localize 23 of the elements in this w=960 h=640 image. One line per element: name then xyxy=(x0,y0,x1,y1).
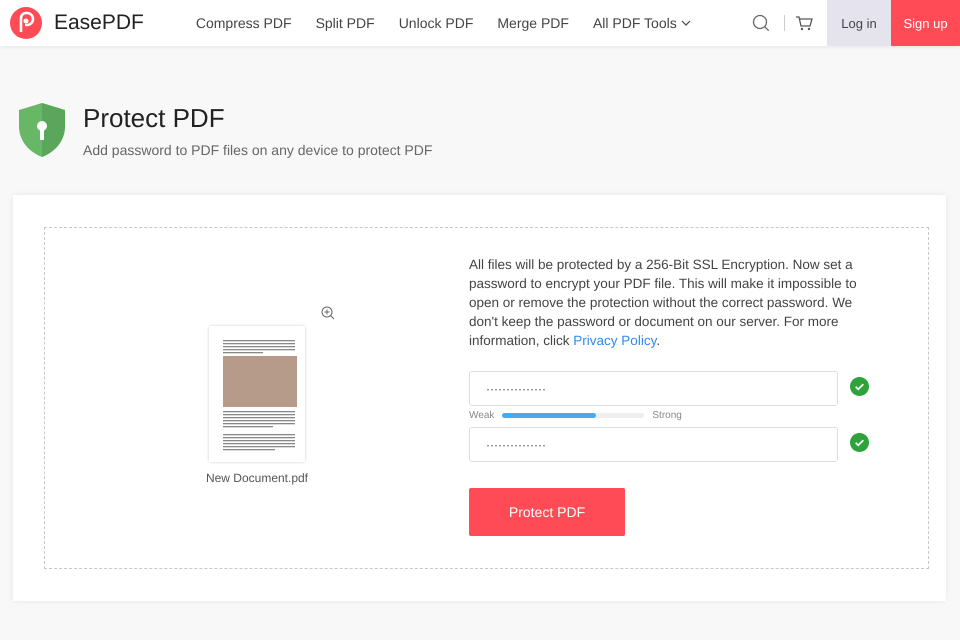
page-subtitle: Add password to PDF files on any device to protect PDF xyxy=(83,142,432,158)
check-icon xyxy=(850,432,869,452)
chevron-down-icon xyxy=(680,18,691,28)
confirm-password-field[interactable]: ··············· xyxy=(469,427,838,462)
nav-link[interactable]: Unlock PDF xyxy=(398,15,474,31)
file-name: New Document.pdf xyxy=(206,471,308,485)
login-button[interactable]: Log in xyxy=(827,0,891,46)
search-icon[interactable] xyxy=(752,14,770,32)
check-icon xyxy=(850,376,869,396)
info-text: All files will be protected by a 256-Bit SSL Encryption. Now set a password to encrypt your PDF file. This will make it impossible to open or remove the protection without the correct password. We don't keep the password or document on our server. For more information, click Privacy Policy. xyxy=(469,256,858,350)
nav-link[interactable]: Split PDF xyxy=(316,15,375,31)
nav-link[interactable]: Compress PDF xyxy=(196,15,292,31)
zoom-in-icon[interactable] xyxy=(321,306,335,320)
brand-name[interactable]: EasePDF xyxy=(54,11,144,35)
cart-icon[interactable] xyxy=(795,14,813,32)
weak-label: Weak xyxy=(469,410,494,421)
strong-label: Strong xyxy=(652,410,682,421)
password-field[interactable]: ··············· xyxy=(469,371,838,406)
logo-icon[interactable] xyxy=(10,7,42,39)
nav-link[interactable]: All PDF Tools xyxy=(592,15,691,31)
shield-lock-icon xyxy=(17,102,67,158)
nav-link[interactable]: Merge PDF xyxy=(497,15,569,31)
page-title: Protect PDF xyxy=(83,102,226,134)
